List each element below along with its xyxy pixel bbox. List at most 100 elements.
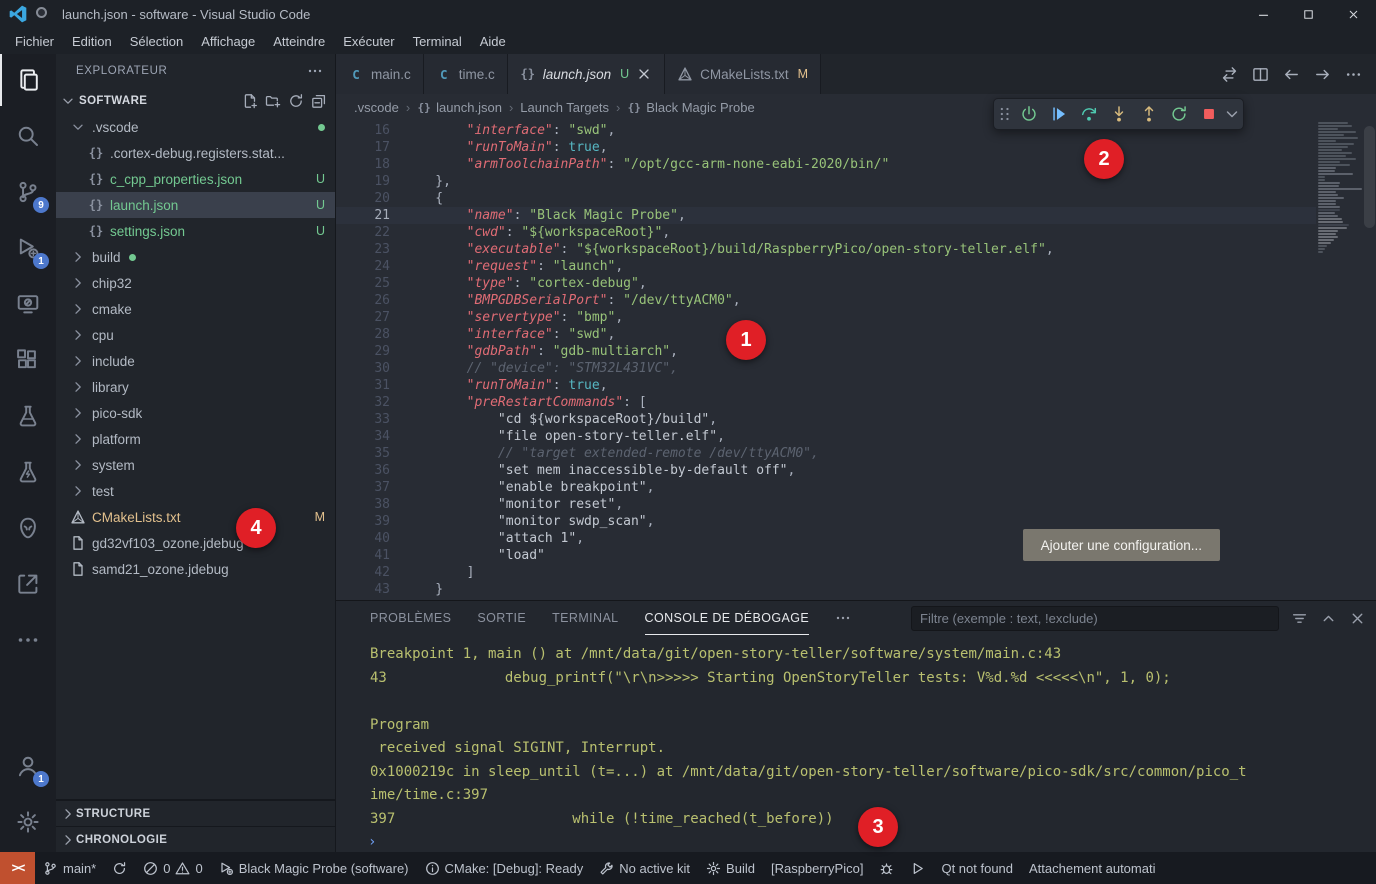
tree-item-gd32vf103-ozone-jdebug[interactable]: gd32vf103_ozone.jdebug bbox=[56, 530, 335, 556]
code-line-36[interactable]: 36 "set mem inaccessible-by-default off"… bbox=[336, 462, 1316, 479]
tab-launch-json[interactable]: {}launch.jsonU bbox=[508, 54, 665, 94]
code-line-29[interactable]: 29 "gdbPath": "gdb-multiarch", bbox=[336, 343, 1316, 360]
code-line-25[interactable]: 25 "type": "cortex-debug", bbox=[336, 275, 1316, 292]
tree-item-c-cpp-properties-json[interactable]: {}c_cpp_properties.jsonU bbox=[56, 166, 335, 192]
menu-terminal[interactable]: Terminal bbox=[404, 31, 471, 52]
panel-tab-terminal[interactable]: TERMINAL bbox=[552, 601, 618, 635]
panel-tab-sortie[interactable]: SORTIE bbox=[477, 601, 526, 635]
code-line-28[interactable]: 28 "interface": "swd", bbox=[336, 326, 1316, 343]
drag-handle-button[interactable] bbox=[998, 101, 1012, 127]
tree-item-chip32[interactable]: chip32 bbox=[56, 270, 335, 296]
tree-item-system[interactable]: system bbox=[56, 452, 335, 478]
code-line-27[interactable]: 27 "servertype": "bmp", bbox=[336, 309, 1316, 326]
console-filter-input[interactable] bbox=[911, 606, 1279, 631]
breadcrumb-item-launch-targets[interactable]: Launch Targets bbox=[520, 100, 609, 115]
explorer-section-header[interactable]: SOFTWARE bbox=[56, 88, 335, 114]
menu-fichier[interactable]: Fichier bbox=[6, 31, 63, 52]
activity-additional-views[interactable] bbox=[0, 614, 56, 666]
section-structure[interactable]: STRUCTURE bbox=[56, 800, 335, 826]
tree-item-include[interactable]: include bbox=[56, 348, 335, 374]
status-sync-changes[interactable] bbox=[104, 852, 135, 884]
minimap[interactable] bbox=[1316, 122, 1362, 254]
menu-executer[interactable]: Exécuter bbox=[334, 31, 403, 52]
status-debug-button[interactable] bbox=[871, 852, 902, 884]
maximize-panel-icon[interactable] bbox=[1320, 610, 1337, 627]
activity-testing[interactable] bbox=[0, 390, 56, 442]
code-line-18[interactable]: 18 "armToolchainPath": "/opt/gcc-arm-non… bbox=[336, 156, 1316, 173]
status-remote-indicator[interactable]: >< bbox=[0, 852, 35, 884]
restart-button[interactable] bbox=[1165, 101, 1192, 127]
tree-item-cpu[interactable]: cpu bbox=[56, 322, 335, 348]
status-build-target[interactable]: [RaspberryPico] bbox=[763, 852, 871, 884]
refresh-icon[interactable] bbox=[288, 93, 304, 109]
code-line-30[interactable]: 30 // "device": "STM32L431VC", bbox=[336, 360, 1316, 377]
menu-atteindre[interactable]: Atteindre bbox=[264, 31, 334, 52]
activity-extensions[interactable] bbox=[0, 334, 56, 386]
code-line-26[interactable]: 26 "BMPGDBSerialPort": "/dev/ttyACM0", bbox=[336, 292, 1316, 309]
code-line-19[interactable]: 19 }, bbox=[336, 173, 1316, 190]
activity-ozone-debug[interactable] bbox=[0, 502, 56, 554]
stop-dropdown-button[interactable] bbox=[1225, 101, 1239, 127]
status-run-button[interactable] bbox=[902, 852, 933, 884]
editor-scrollbar[interactable] bbox=[1364, 126, 1375, 228]
tree-item-cmake[interactable]: cmake bbox=[56, 296, 335, 322]
code-line-22[interactable]: 22 "cwd": "${workspaceRoot}", bbox=[336, 224, 1316, 241]
split-editor-icon[interactable] bbox=[1252, 66, 1269, 83]
activity-run-and-debug[interactable]: 1 bbox=[0, 222, 56, 274]
minimize-button[interactable] bbox=[1241, 0, 1286, 28]
go-back-icon[interactable] bbox=[1283, 66, 1300, 83]
menu-edition[interactable]: Edition bbox=[63, 31, 121, 52]
code-line-34[interactable]: 34 "file open-story-teller.elf", bbox=[336, 428, 1316, 445]
close-tab-icon[interactable] bbox=[636, 66, 652, 82]
menu-selection[interactable]: Sélection bbox=[121, 31, 192, 52]
add-configuration-button[interactable]: Ajouter une configuration... bbox=[1023, 529, 1220, 561]
tree-item-cmakelists-txt[interactable]: CMakeLists.txtM bbox=[56, 504, 335, 530]
status-git-branch-status[interactable]: main* bbox=[35, 852, 104, 884]
activity-peripheral-viewer[interactable] bbox=[0, 558, 56, 610]
tab-time-c[interactable]: Ctime.c bbox=[424, 54, 508, 94]
more-actions-icon[interactable] bbox=[1345, 66, 1362, 83]
status-cmake-status[interactable]: CMake: [Debug]: Ready bbox=[417, 852, 592, 884]
activity-remote-explorer[interactable] bbox=[0, 278, 56, 330]
panel-more-icon[interactable] bbox=[835, 610, 851, 626]
code-line-17[interactable]: 17 "runToMain": true, bbox=[336, 139, 1316, 156]
status-qt-status[interactable]: Qt not found bbox=[933, 852, 1021, 884]
code-line-38[interactable]: 38 "monitor reset", bbox=[336, 496, 1316, 513]
step-out-button[interactable] bbox=[1135, 101, 1162, 127]
breadcrumb-item-vscode[interactable]: .vscode bbox=[354, 100, 399, 115]
menu-aide[interactable]: Aide bbox=[471, 31, 515, 52]
code-line-42[interactable]: 42 ] bbox=[336, 564, 1316, 581]
code-line-20[interactable]: 20 { bbox=[336, 190, 1316, 207]
tree-item-settings-json[interactable]: {}settings.jsonU bbox=[56, 218, 335, 244]
code-line-31[interactable]: 31 "runToMain": true, bbox=[336, 377, 1316, 394]
activity-settings[interactable] bbox=[0, 796, 56, 848]
maximize-button[interactable] bbox=[1286, 0, 1331, 28]
open-changes-icon[interactable] bbox=[1221, 66, 1238, 83]
debug-console[interactable]: Breakpoint 1, main () at /mnt/data/git/o… bbox=[336, 635, 1376, 852]
go-forward-icon[interactable] bbox=[1314, 66, 1331, 83]
activity-search[interactable] bbox=[0, 110, 56, 162]
activity-explorer[interactable] bbox=[0, 54, 56, 106]
activity-source-control[interactable]: 9 bbox=[0, 166, 56, 218]
close-button[interactable] bbox=[1331, 0, 1376, 28]
breadcrumb-item-launch-json[interactable]: launch.json bbox=[436, 100, 502, 115]
status-active-kit[interactable]: No active kit bbox=[591, 852, 698, 884]
status-auto-attach[interactable]: Attachement automati bbox=[1021, 852, 1163, 884]
code-line-37[interactable]: 37 "enable breakpoint", bbox=[336, 479, 1316, 496]
tree-item-test[interactable]: test bbox=[56, 478, 335, 504]
tree-item-vscode[interactable]: .vscode bbox=[56, 114, 335, 140]
power-button[interactable] bbox=[1015, 101, 1042, 127]
step-over-button[interactable] bbox=[1075, 101, 1102, 127]
code-line-39[interactable]: 39 "monitor swdp_scan", bbox=[336, 513, 1316, 530]
status-launch-target[interactable]: Black Magic Probe (software) bbox=[211, 852, 417, 884]
tree-item-samd21-ozone-jdebug[interactable]: samd21_ozone.jdebug bbox=[56, 556, 335, 582]
tab-main-c[interactable]: Cmain.c bbox=[336, 54, 424, 94]
status-cmake-build[interactable]: Build bbox=[698, 852, 763, 884]
status-problems[interactable]: 00 bbox=[135, 852, 210, 884]
collapse-all-icon[interactable] bbox=[311, 93, 327, 109]
tree-item-pico-sdk[interactable]: pico-sdk bbox=[56, 400, 335, 426]
step-into-button[interactable] bbox=[1105, 101, 1132, 127]
tree-item-library[interactable]: library bbox=[56, 374, 335, 400]
tree-item-build[interactable]: build bbox=[56, 244, 335, 270]
close-panel-icon[interactable] bbox=[1349, 610, 1366, 627]
